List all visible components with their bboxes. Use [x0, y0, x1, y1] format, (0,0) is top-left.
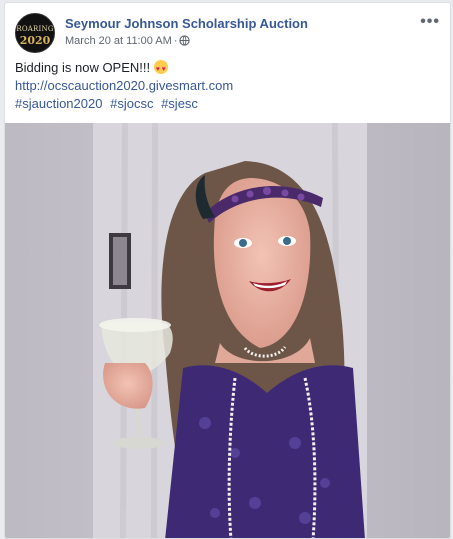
- globe-icon[interactable]: [179, 35, 191, 49]
- hashtag-link[interactable]: #sjauction2020: [15, 96, 102, 111]
- post-card: ROARING 2020 Seymour Johnson Scholarship…: [4, 2, 451, 539]
- video-player[interactable]: [5, 123, 450, 538]
- hashtag-link[interactable]: #sjocsc: [110, 96, 153, 111]
- hashtag-link[interactable]: #sjesc: [161, 96, 198, 111]
- more-options-icon[interactable]: •••: [420, 13, 440, 31]
- post-meta: March 20 at 11:00 AM ·: [65, 35, 191, 49]
- meta-separator: ·: [173, 35, 178, 47]
- post-message: Bidding is now OPEN!!!: [15, 60, 151, 75]
- heart-eyes-emoji: [153, 60, 168, 79]
- hashtag-list: #sjauction2020 #sjocsc #sjesc: [15, 96, 202, 111]
- post-link[interactable]: http://ocscauction2020.givesmart.com: [15, 77, 440, 95]
- post-message-line: Bidding is now OPEN!!!: [15, 59, 440, 79]
- video-frame: [5, 123, 450, 538]
- page-avatar[interactable]: ROARING 2020: [15, 13, 55, 53]
- post-header: ROARING 2020 Seymour Johnson Scholarship…: [15, 13, 440, 53]
- avatar-text-year: 2020: [19, 34, 51, 47]
- post-text: Bidding is now OPEN!!! http://ocscauctio…: [15, 59, 440, 95]
- avatar-text-top: ROARING: [16, 25, 54, 33]
- page-name-link[interactable]: Seymour Johnson Scholarship Auction: [65, 16, 308, 31]
- post-timestamp[interactable]: March 20 at 11:00 AM: [65, 35, 172, 47]
